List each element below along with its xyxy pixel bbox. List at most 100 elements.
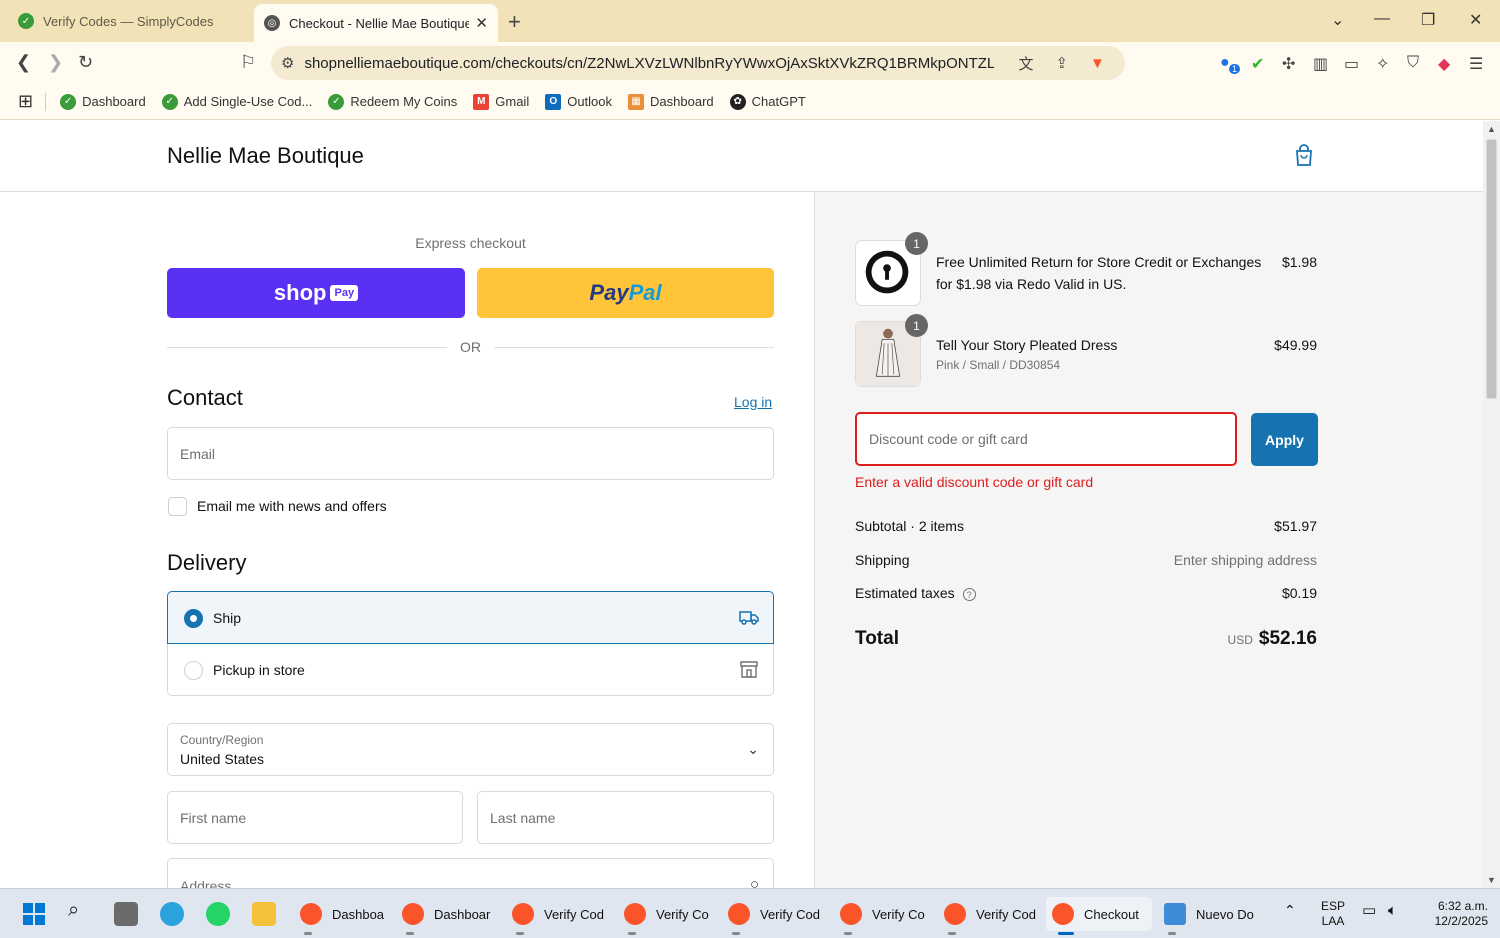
close-tab-icon[interactable]: ✕ xyxy=(475,14,488,32)
delivery-heading: Delivery xyxy=(167,550,247,575)
translate-icon[interactable]: 文 xyxy=(1018,53,1033,74)
windows-start-icon[interactable] xyxy=(22,902,46,926)
network-icon[interactable]: ▭ xyxy=(1362,903,1376,918)
apply-discount-button[interactable]: Apply xyxy=(1251,413,1318,466)
item-name: Free Unlimited Return for Store Credit o… xyxy=(936,254,1262,292)
or-text: OR xyxy=(460,339,481,355)
back-icon[interactable]: ❮ xyxy=(16,52,31,73)
clock[interactable]: 6:32 a.m. 12/2/2025 xyxy=(1418,899,1488,929)
taskbar-app[interactable]: Dashboar xyxy=(396,897,500,935)
ship-radio[interactable] xyxy=(184,609,203,628)
login-link[interactable]: Log in xyxy=(734,394,772,410)
forward-icon[interactable]: ❯ xyxy=(48,52,63,73)
contact-heading: Contact xyxy=(167,385,243,410)
taskbar-app[interactable]: Nuevo Do xyxy=(1158,897,1264,935)
item-price: $1.98 xyxy=(1281,254,1317,270)
leo-ai-icon[interactable]: ✧ xyxy=(1376,54,1389,74)
page-scrollbar[interactable]: ▲ ▼ xyxy=(1483,121,1500,888)
total-label: Total xyxy=(855,628,899,649)
windows-taskbar: ⌕ Dashboa Dashboar Verify Cod Verify Co … xyxy=(0,888,1500,938)
search-icon: ○ xyxy=(749,876,759,888)
tab-search-chevron-icon[interactable]: ⌄ xyxy=(1331,10,1344,30)
new-tab-icon[interactable]: + xyxy=(508,9,521,35)
brave-icon xyxy=(1052,903,1074,925)
store-name[interactable]: Nellie Mae Boutique xyxy=(167,143,364,169)
sidebar-icon[interactable]: ▥ xyxy=(1313,54,1328,74)
bookmark-add-single-use[interactable]: ✓ Add Single-Use Cod... xyxy=(161,93,312,110)
site-settings-icon[interactable]: ⚙ xyxy=(281,54,294,72)
first-name-field[interactable]: First name xyxy=(167,791,463,844)
simplycodes-extension-icon[interactable]: ✔ xyxy=(1251,54,1264,74)
tab-title: Verify Codes — SimplyCodes xyxy=(43,13,214,29)
brave-icon xyxy=(512,903,534,925)
share-icon[interactable]: ⇪ xyxy=(1055,54,1068,72)
shop-pay-badge: Pay xyxy=(330,285,359,301)
language-indicator[interactable]: ESP LAA xyxy=(1318,899,1348,929)
paypal-wordmark-part1: Pay xyxy=(589,280,629,305)
bookmark-dashboard-2[interactable]: ▦ Dashboard xyxy=(628,93,714,110)
taskbar-app[interactable]: Verify Cod xyxy=(722,897,828,935)
taskbar-app-active[interactable]: Checkout xyxy=(1046,897,1152,935)
window-close-icon[interactable]: ✕ xyxy=(1469,10,1482,30)
email-field[interactable]: Email xyxy=(167,427,774,480)
bookmark-icon[interactable]: ⚐ xyxy=(240,52,256,73)
whatsapp-icon[interactable] xyxy=(206,902,230,926)
order-summary: 1 Free Unlimited Return for Store Credit… xyxy=(814,192,1483,888)
bookmark-outlook[interactable]: O Outlook xyxy=(545,93,612,110)
paypal-button[interactable]: Pay Pal xyxy=(477,268,774,318)
wallet-icon[interactable]: ▭ xyxy=(1344,54,1359,74)
url-text: shopnelliemaeboutique.com/checkouts/cn/Z… xyxy=(304,54,995,72)
tab-verify-codes[interactable]: ✓ Verify Codes — SimplyCodes xyxy=(8,6,248,36)
minimize-icon[interactable]: — xyxy=(1374,10,1390,28)
pickup-radio[interactable] xyxy=(184,661,203,680)
scroll-down-icon[interactable]: ▼ xyxy=(1487,875,1496,885)
address-field[interactable]: Address ○ xyxy=(167,858,774,888)
show-hidden-icons-chevron-icon[interactable]: ⌃ xyxy=(1284,903,1296,918)
search-icon[interactable]: ⌕ xyxy=(68,899,92,923)
bookmark-gmail[interactable]: M Gmail xyxy=(473,93,529,110)
taskbar-app[interactable]: Verify Cod xyxy=(938,897,1042,935)
brave-icon xyxy=(944,903,966,925)
scrollbar-thumb[interactable] xyxy=(1486,139,1497,399)
ship-option[interactable]: Ship xyxy=(167,591,774,644)
simplycodes-icon: ✓ xyxy=(328,93,345,110)
taskbar-app[interactable]: Verify Co xyxy=(834,897,934,935)
brave-shields-icon[interactable]: ▼ xyxy=(1090,55,1105,72)
shipping-label: Shipping xyxy=(855,552,910,568)
scroll-up-icon[interactable]: ▲ xyxy=(1487,124,1496,134)
taskbar-app-label: Verify Cod xyxy=(760,906,820,922)
telegram-icon[interactable] xyxy=(160,902,184,926)
shipping-value: Enter shipping address xyxy=(1173,552,1317,568)
globe-favicon-icon: ◎ xyxy=(264,15,280,31)
taskbar-app[interactable]: Verify Cod xyxy=(506,897,612,935)
extensions-puzzle-icon[interactable]: ✣ xyxy=(1282,54,1295,74)
bookmark-redeem-coins[interactable]: ✓ Redeem My Coins xyxy=(328,93,457,110)
address-bar[interactable]: ⚙ shopnelliemaeboutique.com/checkouts/cn… xyxy=(271,46,1125,80)
ship-label: Ship xyxy=(213,610,242,626)
shopping-bag-icon[interactable] xyxy=(1294,143,1314,167)
country-select[interactable]: Country/Region United States ⌄ xyxy=(167,723,774,776)
taskbar-app-label: Verify Co xyxy=(656,906,709,922)
browser-tab-bar: ✓ Verify Codes — SimplyCodes ◎ Checkout … xyxy=(0,0,1500,42)
last-name-field[interactable]: Last name xyxy=(477,791,774,844)
help-icon[interactable]: ? xyxy=(962,587,976,601)
rewards-icon[interactable]: ◆ xyxy=(1438,54,1450,74)
discount-code-input[interactable]: Discount code or gift card xyxy=(855,412,1237,466)
menu-icon[interactable]: ☰ xyxy=(1469,54,1483,74)
file-explorer-icon[interactable] xyxy=(252,902,276,926)
bookmark-chatgpt[interactable]: ✿ ChatGPT xyxy=(729,93,806,110)
taskbar-app[interactable]: Verify Co xyxy=(618,897,718,935)
taskbar-app[interactable]: Dashboa xyxy=(294,897,390,935)
bookmarks-bar: ⊞ ✓ Dashboard ✓ Add Single-Use Cod... ✓ Red… xyxy=(0,84,1500,120)
bookmark-dashboard[interactable]: ✓ Dashboard xyxy=(60,93,146,110)
vpn-shield-icon[interactable]: ⛉ xyxy=(1407,54,1419,72)
pickup-option[interactable]: Pickup in store xyxy=(167,644,774,696)
news-checkbox[interactable] xyxy=(168,497,187,516)
reload-icon[interactable]: ↻ xyxy=(78,52,93,73)
restore-icon[interactable]: ❐ xyxy=(1421,10,1435,30)
tab-checkout[interactable]: ◎ Checkout - Nellie Mae Boutique ✕ xyxy=(254,4,498,42)
shop-pay-button[interactable]: shop Pay xyxy=(167,268,465,318)
volume-icon[interactable]: 🔈︎ xyxy=(1388,903,1397,918)
apps-grid-icon[interactable]: ⊞ xyxy=(18,91,33,112)
task-view-icon[interactable] xyxy=(114,902,138,926)
